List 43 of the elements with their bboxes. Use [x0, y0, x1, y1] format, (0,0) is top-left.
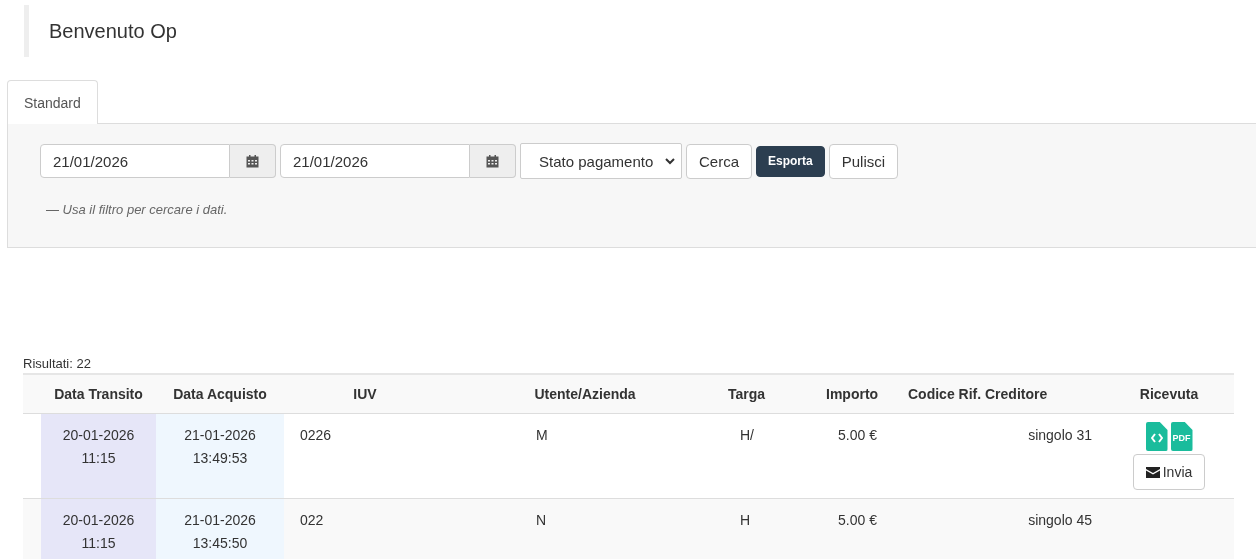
column-header: IUV [353, 386, 377, 402]
send-button[interactable]: Invia [1132, 454, 1206, 490]
filter-hint: — Usa il filtro per cercare i dati. [46, 202, 229, 217]
table-cell: 13:49:53 [192, 450, 248, 466]
table-cell: 0226 [300, 427, 332, 443]
column-header: Data Acquisto [173, 386, 267, 402]
table-cell: 20-01-2026 [62, 512, 135, 528]
column-header: Ricevuta [1139, 386, 1199, 402]
table-cell: H [740, 512, 751, 528]
column-header: Codice Rif. Creditore [908, 386, 1048, 402]
page-heading: Benvenuto Op [24, 5, 1256, 57]
table-cell: singolo 45 [1028, 512, 1092, 528]
table-cell: 5.00 € [838, 512, 877, 528]
table-cell: N [536, 512, 547, 528]
status-select[interactable]: Stato pagamento [520, 143, 682, 179]
table-cell: M [536, 427, 548, 443]
table-cell: singolo 31 [1028, 427, 1092, 443]
export-button[interactable]: Esporta [756, 145, 825, 177]
results-count: Risultati: 22 [23, 356, 92, 371]
column-header: Data Transito [54, 386, 143, 402]
action-button[interactable]: Pulisci [828, 143, 899, 179]
action-button[interactable]: Cerca [686, 143, 752, 179]
calendar-icon [246, 154, 259, 168]
column-header: Importo [826, 386, 879, 402]
table-cell: 21-01-2026 [184, 512, 256, 528]
table-cell: 20-01-2026 [62, 427, 135, 443]
column-header: Targa [728, 386, 766, 402]
calendar-button[interactable] [230, 144, 276, 178]
calendar-icon [486, 154, 499, 168]
column-header: Utente/Azienda [534, 386, 636, 402]
chevron-down-icon [665, 157, 675, 165]
table-cell: H/ [740, 427, 754, 443]
table-cell: 11:15 [81, 535, 116, 551]
table-cell: 11:15 [81, 450, 116, 466]
date-field[interactable]: 21/01/2026 [40, 144, 230, 178]
calendar-button[interactable] [470, 144, 516, 178]
envelope-icon [1145, 466, 1160, 478]
date-field[interactable]: 21/01/2026 [280, 144, 470, 178]
table-cell: 022 [300, 512, 324, 528]
table-cell: 5.00 € [838, 427, 877, 443]
table-cell: 21-01-2026 [184, 427, 256, 443]
tab[interactable]: Standard [7, 80, 98, 124]
table-cell: 13:45:50 [192, 535, 248, 551]
